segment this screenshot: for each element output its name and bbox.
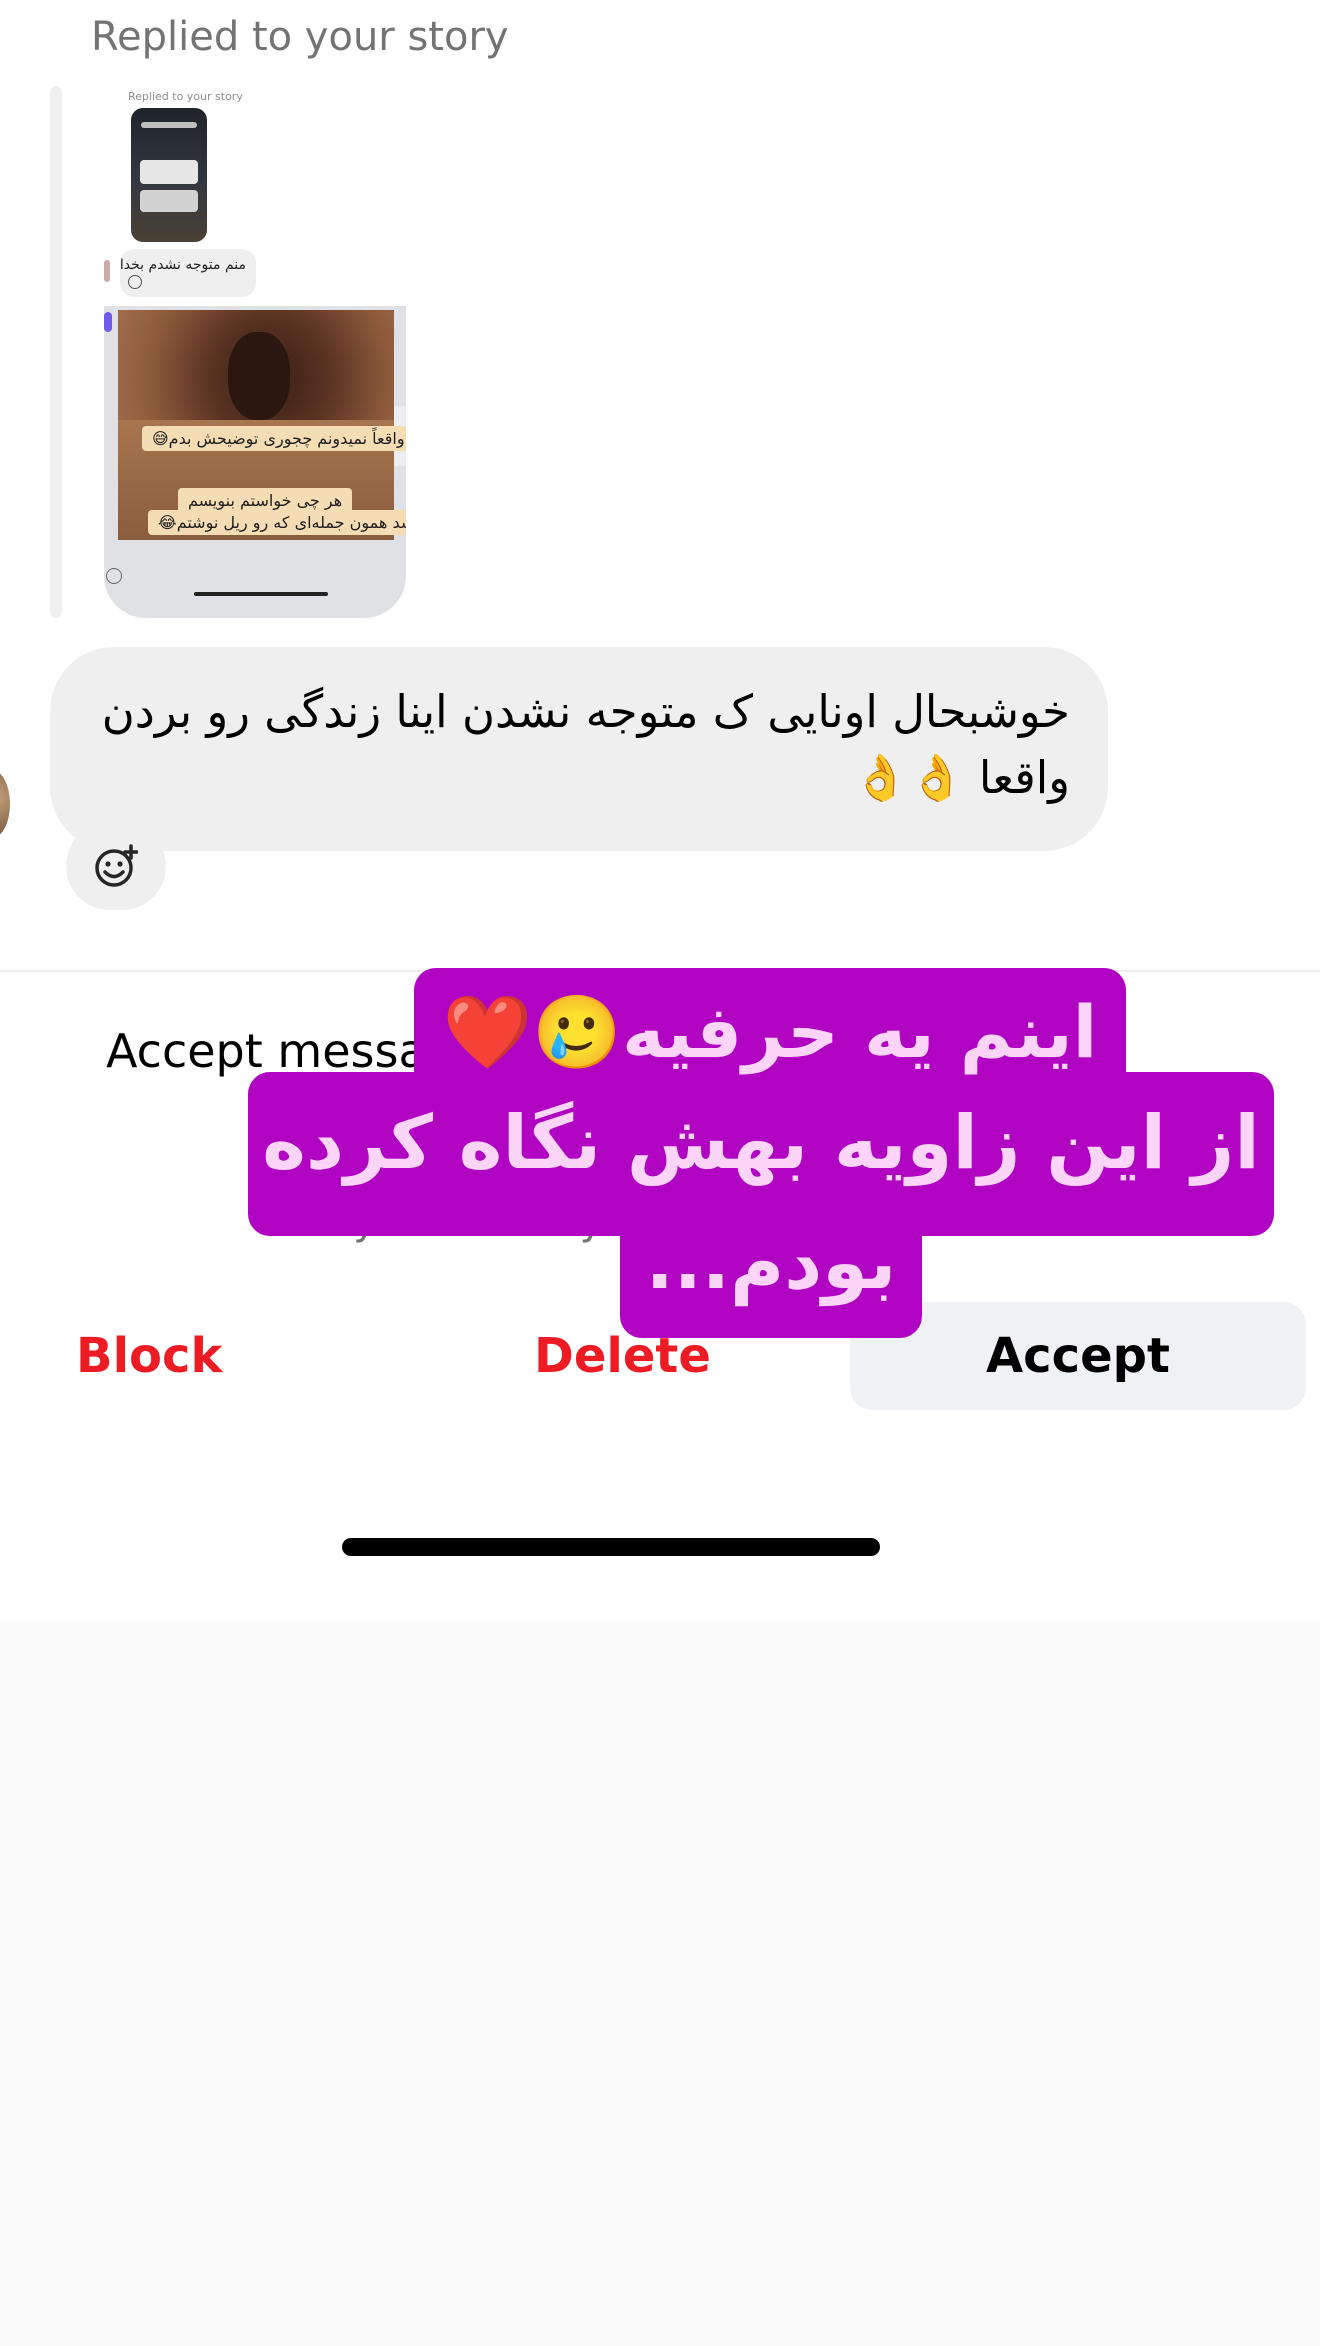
story-caption-line: دوباره شد همون جمله‌ای که رو ریل نوشتم😂 (148, 510, 406, 535)
add-reaction-icon (95, 844, 138, 887)
quote-bar (50, 86, 62, 618)
block-button[interactable]: Block (76, 1328, 222, 1384)
message-bubble[interactable]: خوشبحال اونایی ک متوجه نشدن اینا زندگی ر… (50, 647, 1108, 851)
mini-message-text: منم متوجه نشدم بخدا (119, 257, 246, 273)
mini-reply-label: Replied to your story (128, 90, 243, 103)
story-screenshot: دخترا واقعاً نمیدونم چجوری توضیحش بدم😅 ه… (104, 306, 406, 618)
mini-avatar (104, 260, 110, 282)
sender-avatar[interactable] (0, 770, 10, 838)
home-indicator (194, 592, 328, 596)
mini-story-thumbnail (131, 108, 207, 242)
accept-request-title: Accept messa (106, 1024, 427, 1078)
chat-area: Replied to your story Replied to your st… (0, 0, 1320, 1620)
sticker-text-line: بودم... (645, 1220, 897, 1306)
globe-icon (106, 568, 122, 584)
message-text: خوشبحال اونایی ک متوجه نشدن اینا زندگی ر… (101, 685, 1070, 804)
avatar (104, 312, 112, 332)
story-caption-line: دخترا واقعاً نمیدونم چجوری توضیحش بدم😅 (142, 426, 406, 451)
replied-to-story-label: Replied to your story (91, 14, 509, 60)
smile-icon (128, 275, 142, 289)
story-preview[interactable]: Replied to your story منم متوجه نشدم بخد… (104, 84, 406, 618)
add-reaction-button[interactable] (66, 822, 166, 910)
mini-message-bubble: منم متوجه نشدم بخدا (120, 249, 256, 297)
sticker-text-line: از این زاویه بهش نگاه کرده (262, 1100, 1260, 1186)
sticker-text-line: اینم یه حرفیه🥲❤️ (442, 990, 1098, 1074)
home-indicator (342, 1538, 880, 1556)
